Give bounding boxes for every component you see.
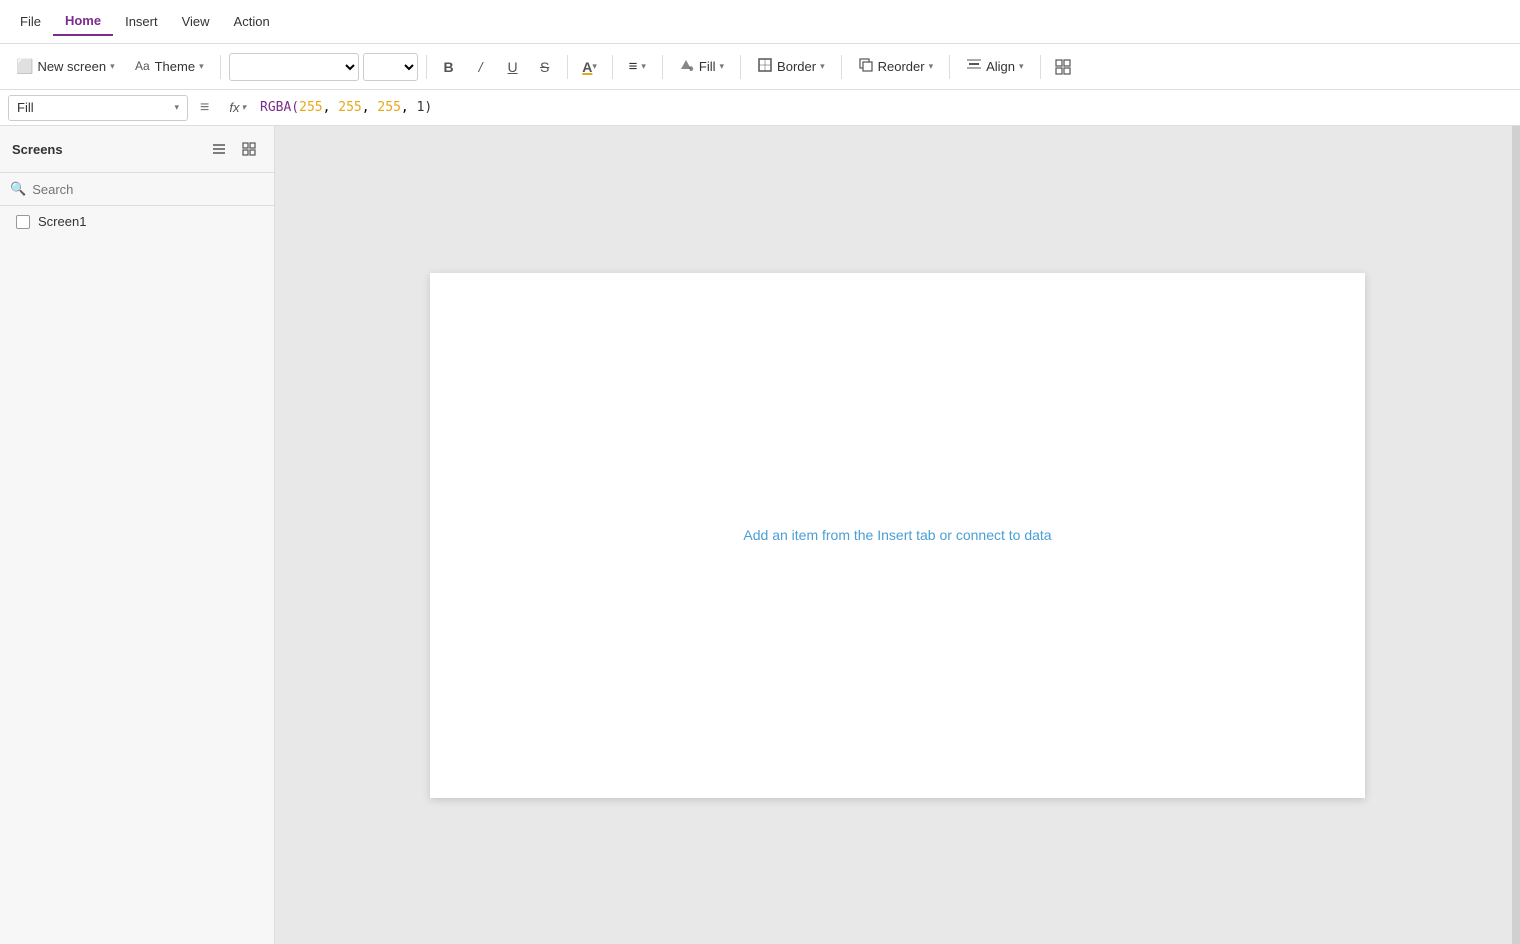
new-screen-label: New screen xyxy=(37,59,106,74)
italic-button[interactable]: / xyxy=(467,53,495,81)
new-screen-chevron-icon: ▾ xyxy=(110,61,115,72)
formula-label: Fill xyxy=(17,100,170,115)
sidebar-view-buttons xyxy=(206,136,262,162)
fill-icon xyxy=(679,57,695,76)
align2-button[interactable]: Align ▾ xyxy=(958,52,1031,81)
new-screen-button[interactable]: ⬜ New screen ▾ xyxy=(8,53,123,80)
formula-label-box[interactable]: Fill ▾ xyxy=(8,95,188,121)
new-screen-icon: ⬜ xyxy=(16,58,33,75)
reorder-label: Reorder xyxy=(878,59,925,74)
toolbar-sep-4 xyxy=(612,55,613,79)
search-bar: 🔍 xyxy=(0,173,274,206)
grid-view-button[interactable] xyxy=(236,136,262,162)
border-label: Border xyxy=(777,59,816,74)
canvas-hint: Add an item from the Insert tab or conne… xyxy=(743,527,1051,543)
sidebar-title: Screens xyxy=(12,142,63,157)
sidebar: Screens xyxy=(0,126,275,944)
font-family-select[interactable] xyxy=(229,53,359,81)
search-input[interactable] xyxy=(32,182,264,197)
align2-chevron-icon: ▾ xyxy=(1019,61,1024,72)
rgba-g: 255 xyxy=(338,100,361,115)
canvas-sheet[interactable]: Add an item from the Insert tab or conne… xyxy=(430,273,1365,798)
menu-bar: File Home Insert View Action xyxy=(0,0,1520,44)
text-color-chevron-icon: ▾ xyxy=(592,61,597,72)
border-chevron-icon: ▾ xyxy=(820,61,825,72)
border-icon xyxy=(757,57,773,76)
formula-fx-button[interactable]: fx ▾ xyxy=(221,100,254,115)
theme-button[interactable]: Aa Theme ▾ xyxy=(127,52,212,81)
menu-home[interactable]: Home xyxy=(53,7,113,36)
bold-button[interactable]: B xyxy=(435,53,463,81)
sidebar-header: Screens xyxy=(0,126,274,173)
rgba-close: ) xyxy=(424,100,432,115)
text-color-icon: A xyxy=(582,59,592,75)
fill-button[interactable]: Fill ▾ xyxy=(671,52,732,81)
toolbar-sep-3 xyxy=(567,55,568,79)
menu-file[interactable]: File xyxy=(8,8,53,35)
strikethrough-button[interactable]: S xyxy=(531,53,559,81)
theme-chevron-icon: ▾ xyxy=(199,61,204,72)
canvas-hint-connect[interactable]: connect to data xyxy=(956,527,1052,543)
canvas-hint-or: or xyxy=(940,527,956,543)
rgba-b: 255 xyxy=(377,100,400,115)
search-icon: 🔍 xyxy=(10,181,26,197)
align2-icon xyxy=(966,57,982,76)
toolbar: ⬜ New screen ▾ Aa Theme ▾ B / U S A ▾ xyxy=(0,44,1520,90)
screen-checkbox[interactable] xyxy=(16,215,30,229)
toolbar-sep-5 xyxy=(662,55,663,79)
canvas-hint-insert[interactable]: Add an item from the Insert tab xyxy=(743,527,935,543)
right-scrollbar[interactable] xyxy=(1512,126,1520,944)
menu-insert[interactable]: Insert xyxy=(113,8,170,35)
screen-item[interactable]: Screen1 xyxy=(4,208,270,235)
screen-list: Screen1 xyxy=(0,206,274,944)
rgba-comma3: , xyxy=(401,100,417,115)
rgba-func: RGBA( xyxy=(260,100,299,115)
formula-rgba-display: RGBA(255, 255, 255, 1) xyxy=(260,100,432,115)
fill-chevron-icon: ▾ xyxy=(720,61,725,72)
rgba-comma1: , xyxy=(323,100,339,115)
list-view-button[interactable] xyxy=(206,136,232,162)
toolbar-sep-9 xyxy=(1040,55,1041,79)
reorder-button[interactable]: Reorder ▾ xyxy=(850,52,942,81)
svg-text:Aa: Aa xyxy=(135,59,150,73)
screen-name: Screen1 xyxy=(38,214,86,229)
menu-view[interactable]: View xyxy=(170,8,222,35)
fill-label: Fill xyxy=(699,59,716,74)
toolbar-sep-6 xyxy=(740,55,741,79)
text-color-button[interactable]: A ▾ xyxy=(576,53,604,81)
formula-fx-chevron-icon: ▾ xyxy=(241,102,246,113)
rgba-r: 255 xyxy=(299,100,322,115)
extra-button[interactable] xyxy=(1049,53,1077,81)
formula-bar: Fill ▾ ≡ fx ▾ RGBA(255, 255, 255, 1) xyxy=(0,90,1520,126)
main-area: Screens xyxy=(0,126,1520,944)
reorder-icon xyxy=(858,57,874,76)
align-chevron-icon: ▾ xyxy=(641,61,646,72)
toolbar-sep-1 xyxy=(220,55,221,79)
formula-equals-icon: ≡ xyxy=(194,99,215,117)
theme-label: Theme xyxy=(155,59,195,74)
toolbar-sep-7 xyxy=(841,55,842,79)
reorder-chevron-icon: ▾ xyxy=(929,61,934,72)
align-icon: ≡ xyxy=(629,58,638,75)
formula-fx-icon: fx xyxy=(229,100,239,115)
font-size-select[interactable] xyxy=(363,53,418,81)
formula-input-area[interactable]: RGBA(255, 255, 255, 1) xyxy=(260,100,1512,115)
menu-action[interactable]: Action xyxy=(222,8,282,35)
rgba-comma2: , xyxy=(362,100,378,115)
theme-icon: Aa xyxy=(135,57,151,76)
formula-label-chevron-icon[interactable]: ▾ xyxy=(174,102,179,113)
underline-button[interactable]: U xyxy=(499,53,527,81)
canvas-area[interactable]: Add an item from the Insert tab or conne… xyxy=(275,126,1520,944)
border-button[interactable]: Border ▾ xyxy=(749,52,833,81)
toolbar-sep-2 xyxy=(426,55,427,79)
align-button[interactable]: ≡ ▾ xyxy=(621,53,654,80)
toolbar-sep-8 xyxy=(949,55,950,79)
align2-label: Align xyxy=(986,59,1015,74)
